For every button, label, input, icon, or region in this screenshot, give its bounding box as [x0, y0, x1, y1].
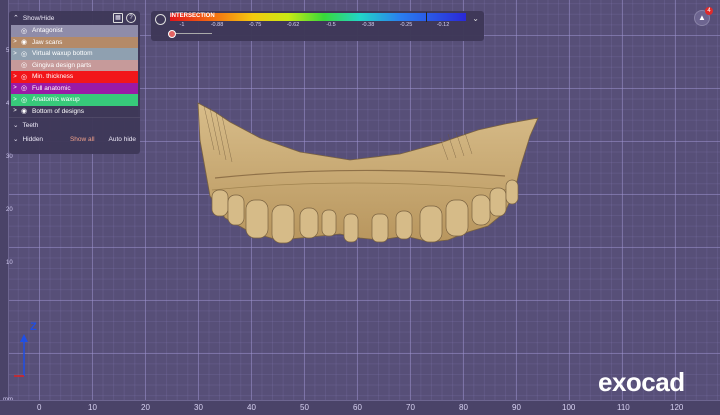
ruler-tick: 120 [670, 403, 684, 412]
expand-arrow[interactable]: > [11, 108, 19, 114]
scale-ticks: -1 -0.88 -0.75 -0.62 -0.5 -0.38 -0.25 -0… [170, 22, 466, 30]
scale-tick: -1 [179, 22, 185, 28]
show-hide-panel: ⌃ Show/Hide ▦ ? ◎ Antagonist > ◉ Jaw sca… [9, 11, 140, 154]
layer-label: Virtual waxup bottom [32, 50, 93, 58]
threshold-slider-track[interactable] [170, 33, 212, 34]
ruler-tick: 30 [194, 403, 203, 412]
panel-title: Show/Hide [22, 14, 55, 22]
z-axis-arrow [20, 334, 28, 342]
ruler-tick: 60 [353, 403, 362, 412]
scale-tick: -0.88 [210, 22, 224, 28]
layer-row-min-thickness[interactable]: > ◎ Min. thickness [11, 71, 138, 83]
layer-label: Full anatomic [32, 84, 71, 92]
expand-arrow[interactable]: > [11, 74, 19, 80]
eye-icon[interactable]: ◉ [19, 38, 29, 46]
exocad-logo: exocad [598, 367, 685, 397]
expand-arrow[interactable]: > [11, 97, 19, 103]
eye-crossed-icon[interactable]: ◎ [19, 50, 29, 58]
ruler-tick: 0 [37, 403, 42, 412]
layer-label: Gingiva design parts [32, 61, 92, 69]
axis-indicator: Z [14, 322, 37, 377]
ruler-tick: 10 [88, 403, 97, 412]
chevron-down-icon[interactable]: ⌄ [13, 135, 18, 143]
scale-tick: -0.5 [326, 22, 336, 28]
ruler-tick: 90 [512, 403, 521, 412]
ruler-tick: 110 [617, 403, 630, 412]
z-axis-label: Z [30, 322, 37, 333]
ruler-tick: 100 [562, 403, 576, 412]
eye-crossed-icon[interactable]: ◎ [19, 61, 29, 69]
notifications-button[interactable]: ▲ 4 [694, 7, 713, 26]
layer-label: Anatomic waxup [32, 96, 80, 104]
auto-hide-button[interactable]: Auto hide [109, 136, 136, 143]
scale-tick: -0.75 [248, 22, 262, 28]
layer-row-virtual-waxup-bottom[interactable]: > ◎ Virtual waxup bottom [11, 48, 138, 60]
ruler-tick: 50 [300, 403, 309, 412]
expand-arrow[interactable]: > [11, 85, 19, 91]
hidden-section: ⌄ Hidden Show all Auto hide [9, 132, 140, 146]
scale-tick: -0.12 [436, 22, 450, 28]
bell-icon: ▲ [698, 13, 706, 22]
eye-crossed-icon[interactable]: ◎ [19, 27, 29, 35]
ruler-tick: 80 [459, 403, 468, 412]
help-icon[interactable]: ? [126, 13, 136, 23]
chevron-up-icon[interactable]: ⌃ [13, 14, 19, 22]
ruler-tick: 20 [141, 403, 150, 412]
layer-label: Antagonist [32, 27, 63, 35]
layer-row-antagonist[interactable]: ◎ Antagonist [11, 25, 138, 37]
eye-icon[interactable]: ◉ [19, 107, 29, 115]
threshold-slider-handle[interactable] [168, 30, 176, 38]
chevron-down-icon[interactable]: ⌄ [13, 121, 18, 129]
layer-row-anatomic-waxup[interactable]: > ◎ Anatomic waxup [11, 94, 138, 106]
layer-row-full-anatomic[interactable]: > ◎ Full anatomic [11, 82, 138, 94]
layer-row-gingiva-design-parts[interactable]: ◎ Gingiva design parts [11, 59, 138, 71]
bottom-ruler: 0 10 20 30 40 50 60 70 80 90 100 110 120 [0, 400, 720, 415]
ruler-tick: 40 [247, 403, 256, 412]
show-all-button[interactable]: Show all [70, 136, 95, 143]
intersection-title: INTERSECTION [170, 13, 215, 19]
teeth-label: Teeth [22, 121, 39, 129]
layer-row-bottom-of-designs[interactable]: > ◉ Bottom of designs [11, 105, 138, 117]
gauge-icon[interactable] [155, 14, 166, 25]
layer-label: Min. thickness [32, 73, 74, 81]
teeth-section[interactable]: ⌄ Teeth [9, 117, 140, 132]
chevron-down-icon[interactable]: ⌄ [472, 14, 479, 23]
layer-label: Jaw scans [32, 38, 63, 46]
ruler-tick: 70 [406, 403, 415, 412]
scale-marker [426, 12, 427, 22]
eye-crossed-icon[interactable]: ◎ [19, 96, 29, 104]
intersection-toolbar: INTERSECTION -1 -0.88 -0.75 -0.62 -0.5 -… [151, 11, 484, 41]
layers-icon[interactable]: ▦ [113, 13, 123, 23]
scale-tick: -0.25 [399, 22, 413, 28]
eye-crossed-icon[interactable]: ◎ [19, 73, 29, 81]
layer-label: Bottom of designs [32, 107, 85, 115]
notification-count-badge: 4 [705, 7, 713, 15]
hidden-label: Hidden [22, 135, 44, 143]
show-hide-header[interactable]: ⌃ Show/Hide ▦ ? [9, 11, 140, 25]
expand-arrow[interactable]: > [11, 39, 19, 45]
expand-arrow[interactable]: > [11, 51, 19, 57]
scale-tick: -0.62 [286, 22, 300, 28]
scale-tick: -0.38 [361, 22, 375, 28]
layer-row-jaw-scans[interactable]: > ◉ Jaw scans [11, 36, 138, 48]
eye-crossed-icon[interactable]: ◎ [19, 84, 29, 92]
